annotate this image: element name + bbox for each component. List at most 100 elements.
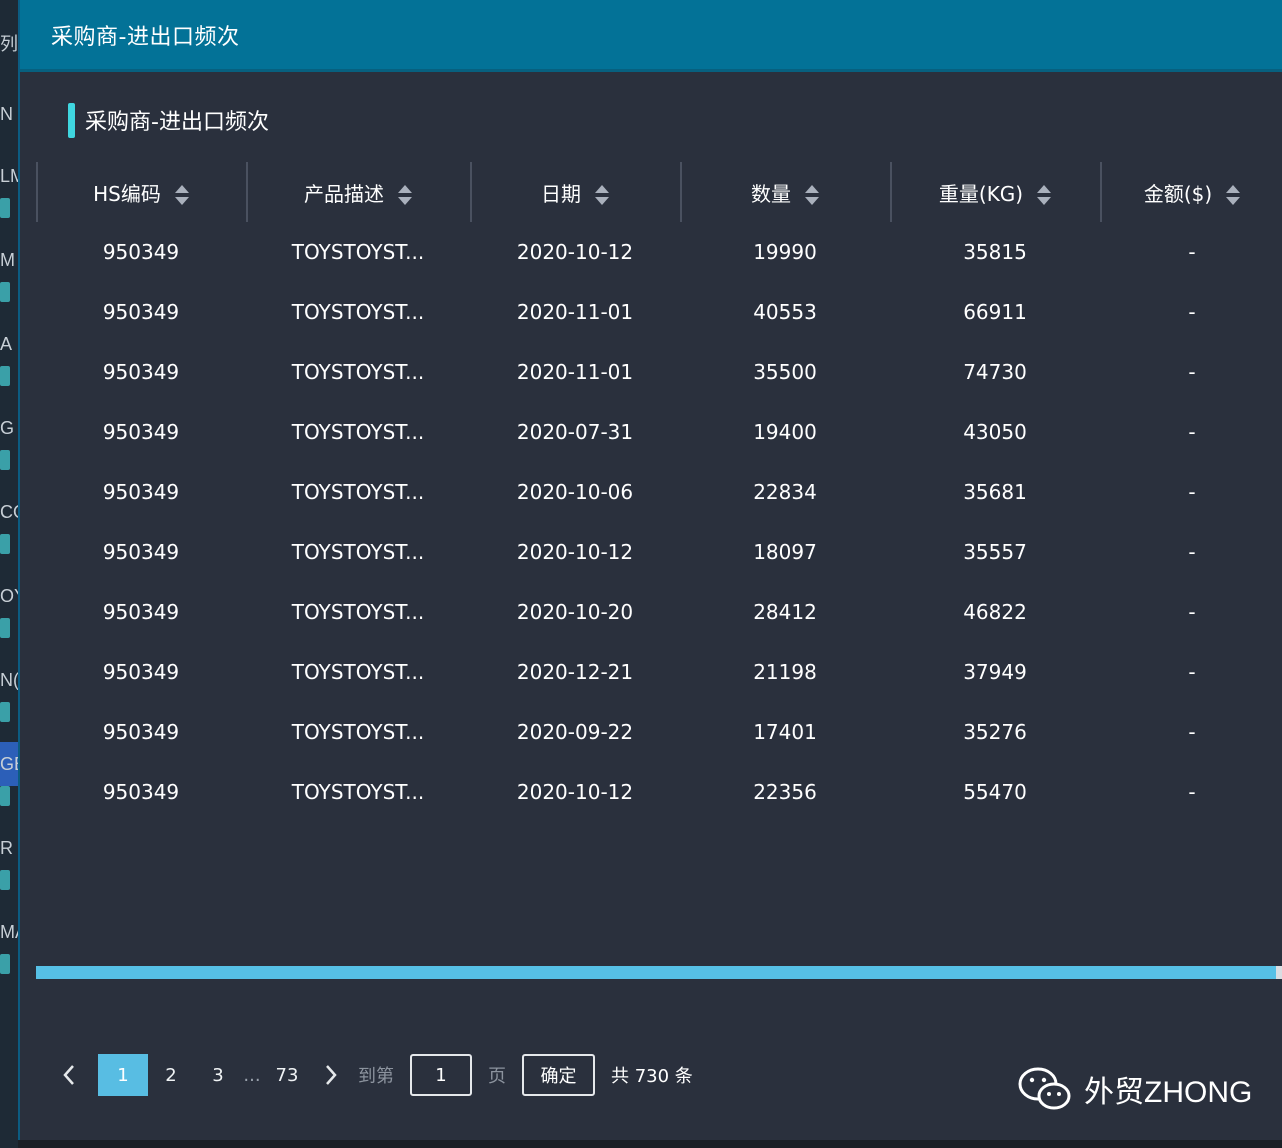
table-cell: 2020-10-12	[516, 240, 634, 264]
table-cell: 35681	[963, 480, 1027, 504]
page-ellipsis[interactable]: ...	[242, 1054, 262, 1096]
table-row[interactable]: 950349 TOYSTOYST... 2020-11-01 40553 66911 -	[36, 282, 1282, 342]
column-label: HS编码	[93, 181, 161, 206]
table-cell: 35276	[963, 720, 1027, 744]
table-cell: 74730	[963, 360, 1027, 384]
sort-icon[interactable]	[805, 184, 819, 206]
table-cell: 22834	[753, 480, 817, 504]
table-cell: 19990	[753, 240, 817, 264]
table-cell: 950349	[102, 780, 180, 804]
table-header-row: HS编码 产品描述 日期 数量 重量(KG) 金额($)	[36, 162, 1282, 222]
table-row[interactable]: 950349 TOYSTOYST... 2020-10-20 28412 46822 -	[36, 582, 1282, 642]
background-text: CO	[0, 502, 18, 522]
column-header-date[interactable]: 日期	[470, 162, 680, 222]
table-cell: 55470	[963, 780, 1027, 804]
section-title-text: 采购商-进出口频次	[85, 110, 269, 135]
background-icon	[0, 618, 10, 638]
table-cell: -	[1188, 420, 1196, 444]
background-text: GE	[0, 754, 18, 774]
table-cell: 18097	[753, 540, 817, 564]
table-row[interactable]: 950349 TOYSTOYST... 2020-10-06 22834 35681 -	[36, 462, 1282, 522]
page-button-2[interactable]: 2	[148, 1054, 194, 1096]
column-separator	[680, 162, 682, 222]
background-icon	[0, 366, 10, 386]
goto-page-input[interactable]: 1	[410, 1054, 472, 1096]
table-cell: 950349	[102, 240, 180, 264]
table-cell: 22356	[753, 780, 817, 804]
background-text: A	[0, 334, 13, 354]
table-cell: 46822	[963, 600, 1027, 624]
next-page-button[interactable]	[316, 1054, 346, 1096]
sort-icon[interactable]	[595, 184, 609, 206]
table-row[interactable]: 950349 TOYSTOYST... 2020-09-22 17401 35276 -	[36, 702, 1282, 762]
table-row[interactable]: 950349 TOYSTOYST... 2020-10-12 22356 55470 -	[36, 762, 1282, 822]
table-cell: 2020-09-22	[516, 720, 634, 744]
frequency-modal: 采购商-进出口频次 采购商-进出口频次 HS编码 产品描述 日期 数量 重量(K…	[18, 0, 1282, 1140]
total-count: 共 730 条	[611, 1066, 693, 1087]
table-cell: 37949	[963, 660, 1027, 684]
table-cell: 43050	[963, 420, 1027, 444]
background-text: MA	[0, 922, 18, 942]
background-text: 列	[0, 34, 18, 54]
background-icon	[0, 870, 10, 890]
table-cell: -	[1188, 240, 1196, 264]
table-cell: TOYSTOYST...	[291, 720, 425, 744]
table-row[interactable]: 950349 TOYSTOYST... 2020-12-21 21198 37949 -	[36, 642, 1282, 702]
table-cell: 2020-10-20	[516, 600, 634, 624]
background-icon	[0, 450, 10, 470]
table-row[interactable]: 950349 TOYSTOYST... 2020-11-01 35500 74730 -	[36, 342, 1282, 402]
table-cell: 19400	[753, 420, 817, 444]
table-cell: 2020-10-12	[516, 540, 634, 564]
table-cell: -	[1188, 660, 1196, 684]
table-cell: 950349	[102, 720, 180, 744]
table-cell: -	[1188, 600, 1196, 624]
background-text: R	[0, 838, 13, 858]
column-header-quantity[interactable]: 数量	[680, 162, 890, 222]
table-cell: 35815	[963, 240, 1027, 264]
table-cell: 21198	[753, 660, 817, 684]
table-cell: 66911	[963, 300, 1027, 324]
column-header-weight[interactable]: 重量(KG)	[890, 162, 1100, 222]
watermark-text: 外贸ZHONG	[1084, 1076, 1253, 1109]
table-cell: 950349	[102, 360, 180, 384]
table-cell: TOYSTOYST...	[291, 600, 425, 624]
table-cell: TOYSTOYST...	[291, 780, 425, 804]
goto-label: 到第	[358, 1066, 394, 1087]
sort-icon[interactable]	[1226, 184, 1241, 206]
column-separator	[246, 162, 248, 222]
background-icon	[0, 534, 10, 554]
table-row[interactable]: 950349 TOYSTOYST... 2020-10-12 19990 35815 -	[36, 222, 1282, 282]
table-cell: 950349	[102, 480, 180, 504]
sort-icon[interactable]	[398, 184, 412, 206]
page-button-1[interactable]: 1	[98, 1054, 148, 1096]
table-cell: TOYSTOYST...	[291, 660, 425, 684]
table-cell: 950349	[102, 420, 180, 444]
background-page-strip: 列 N LM M A G CO OY N( GE R MA	[0, 0, 18, 1148]
table-cell: TOYSTOYST...	[291, 240, 425, 264]
sort-icon[interactable]	[1037, 184, 1052, 206]
background-text: G	[0, 418, 15, 438]
table-cell: -	[1188, 780, 1196, 804]
column-label: 数量	[751, 181, 791, 206]
table-row[interactable]: 950349 TOYSTOYST... 2020-07-31 19400 43050 -	[36, 402, 1282, 462]
column-header-description[interactable]: 产品描述	[246, 162, 470, 222]
prev-page-button[interactable]	[54, 1054, 84, 1096]
page-button-last[interactable]: 73	[262, 1054, 312, 1096]
page-button-3[interactable]: 3	[194, 1054, 242, 1096]
sort-icon[interactable]	[174, 184, 189, 206]
column-separator	[1100, 162, 1102, 222]
table-cell: TOYSTOYST...	[291, 300, 425, 324]
table-cell: 2020-11-01	[516, 300, 634, 324]
horizontal-scrollbar[interactable]	[36, 966, 1276, 979]
table-cell: 950349	[102, 600, 180, 624]
table-row[interactable]: 950349 TOYSTOYST... 2020-10-12 18097 35557 -	[36, 522, 1282, 582]
column-header-hs-code[interactable]: HS编码	[36, 162, 246, 222]
confirm-button[interactable]: 确定	[522, 1054, 595, 1096]
table-cell: 2020-10-06	[516, 480, 634, 504]
background-text: LM	[0, 166, 18, 186]
column-label: 产品描述	[304, 181, 384, 206]
table-cell: 17401	[753, 720, 817, 744]
column-header-amount[interactable]: 金额($)	[1100, 162, 1282, 222]
table-cell: 950349	[102, 540, 180, 564]
page-unit-label: 页	[488, 1066, 506, 1087]
